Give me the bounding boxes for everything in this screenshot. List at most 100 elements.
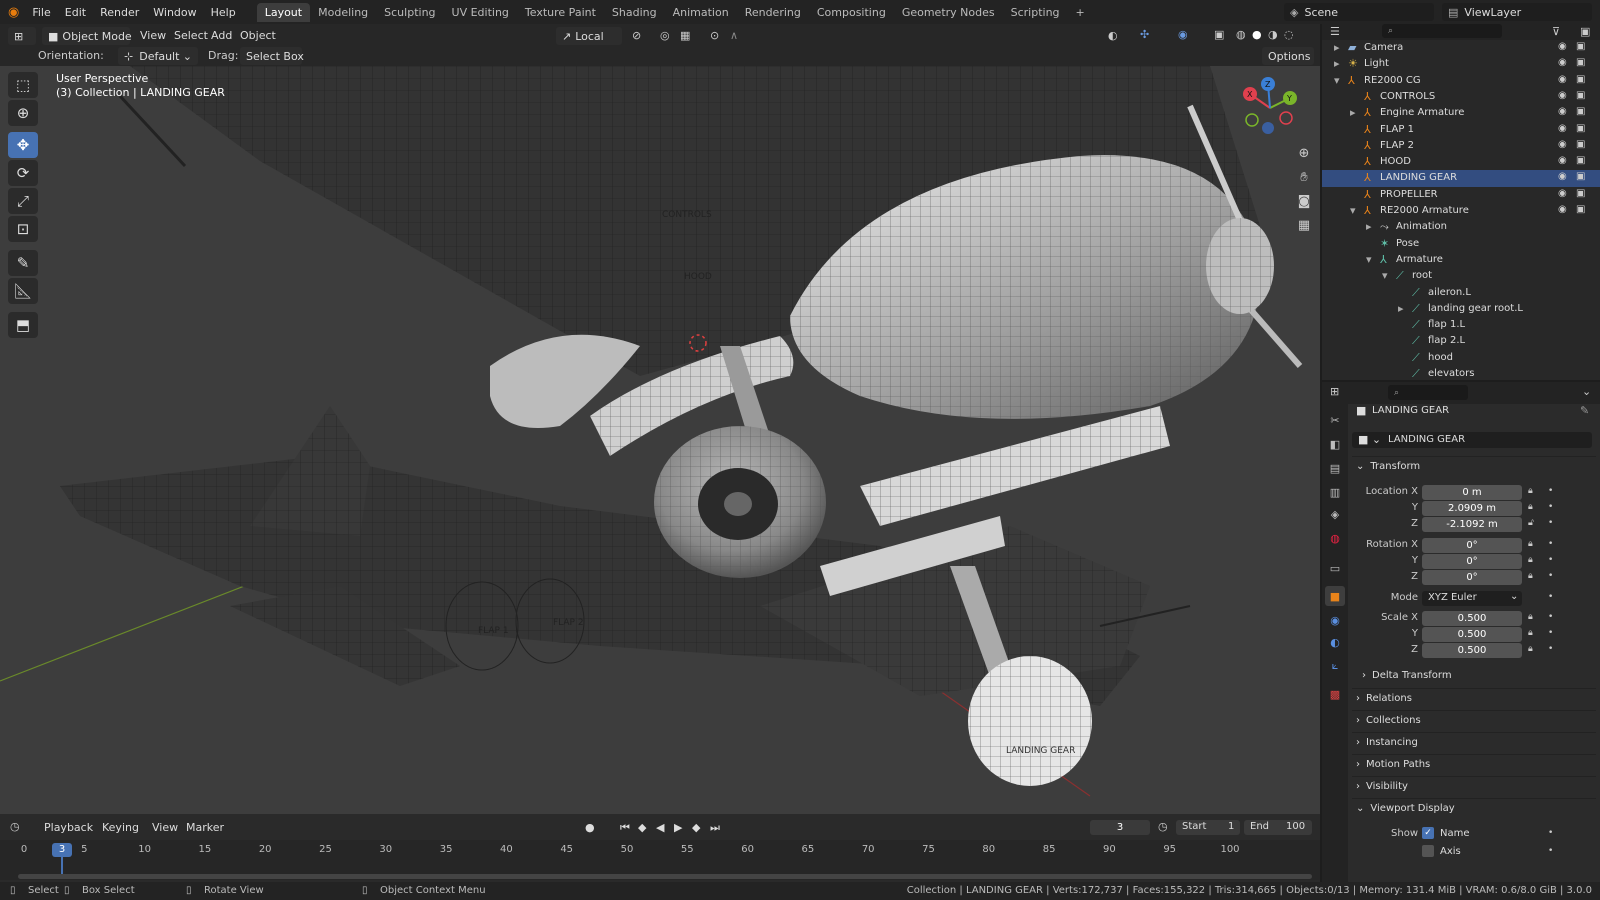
outliner-row[interactable]: ▾ ⅄ RE2000 CG ◉ ▣ bbox=[1322, 73, 1600, 90]
render-camera-icon[interactable]: ▣ bbox=[1576, 41, 1585, 52]
render-camera-icon[interactable]: ▣ bbox=[1576, 204, 1585, 215]
chevron-right-icon[interactable]: ▸ bbox=[1334, 41, 1340, 54]
jump-end-icon[interactable]: ⏭︎ bbox=[710, 821, 720, 835]
collections-panel-header[interactable]: › Collections bbox=[1352, 710, 1596, 730]
timeline-editor-icon[interactable]: ◷ bbox=[10, 820, 20, 833]
outliner-row[interactable]: ▸ ▰ Camera ◉ ▣ bbox=[1322, 40, 1600, 57]
add-workspace-button[interactable]: + bbox=[1068, 3, 1093, 22]
unlock-icon[interactable]: 🔓︎ bbox=[1528, 518, 1534, 528]
proportional-edit-icon[interactable]: ⊙ bbox=[710, 29, 719, 42]
transform-panel-header[interactable]: ⌄ Transform bbox=[1352, 456, 1596, 476]
render-camera-icon[interactable]: ▣ bbox=[1576, 106, 1585, 117]
menu-select[interactable]: Select bbox=[174, 29, 208, 42]
viewport-display-panel-header[interactable]: ⌄ Viewport Display bbox=[1352, 798, 1596, 818]
mode-selector[interactable]: ■ Object Mode bbox=[42, 27, 132, 45]
relations-panel-header[interactable]: › Relations bbox=[1352, 688, 1596, 708]
timeline-scrollbar[interactable] bbox=[18, 874, 1312, 879]
navigation-gizmo[interactable]: X Y Z bbox=[1238, 76, 1302, 140]
scale-x-field[interactable]: 0.500 bbox=[1422, 611, 1522, 626]
scale-tool-button[interactable]: ⤢ bbox=[8, 188, 38, 214]
outliner-row[interactable]: ▸ ☀ Light ◉ ▣ bbox=[1322, 56, 1600, 73]
tab-data[interactable]: ⟀ bbox=[1325, 656, 1345, 676]
move-tool-button[interactable]: ✥ bbox=[8, 132, 38, 158]
pivot-icon[interactable]: ⊘ bbox=[632, 29, 641, 42]
lock-icon[interactable]: 🔒︎ bbox=[1528, 644, 1533, 654]
rendered-shading-icon[interactable]: ◌ bbox=[1284, 28, 1294, 41]
tab-object[interactable]: ■ bbox=[1325, 586, 1345, 606]
tab-animation[interactable]: Animation bbox=[665, 3, 737, 22]
tab-layout[interactable]: Layout bbox=[256, 2, 311, 22]
motion-paths-panel-header[interactable]: › Motion Paths bbox=[1352, 754, 1596, 774]
tab-scene[interactable]: ◈ bbox=[1325, 504, 1345, 524]
menu-render[interactable]: Render bbox=[93, 6, 146, 19]
outliner-row[interactable]: ⅄ FLAP 1 ◉ ▣ bbox=[1322, 122, 1600, 139]
tab-texture-paint[interactable]: Texture Paint bbox=[517, 3, 604, 22]
keyframe-dot-icon[interactable]: • bbox=[1548, 592, 1553, 602]
eye-icon[interactable]: ◉ bbox=[1558, 90, 1567, 101]
delta-transform-header[interactable]: › Delta Transform bbox=[1362, 666, 1592, 684]
tab-output[interactable]: ▤ bbox=[1325, 458, 1345, 478]
clock-icon[interactable]: ◷ bbox=[1158, 820, 1168, 833]
tab-scripting[interactable]: Scripting bbox=[1003, 3, 1068, 22]
outliner-row[interactable]: ⅄ CONTROLS ◉ ▣ bbox=[1322, 89, 1600, 106]
render-camera-icon[interactable]: ▣ bbox=[1576, 155, 1585, 166]
transform-space-selector[interactable]: ↗ Local bbox=[556, 27, 622, 45]
menu-edit[interactable]: Edit bbox=[58, 6, 93, 19]
play-icon[interactable]: ▶ bbox=[674, 821, 682, 834]
keyframe-dot-icon[interactable]: • bbox=[1548, 555, 1553, 565]
outliner-row[interactable]: ▾ ⅄ RE2000 Armature ◉ ▣ bbox=[1322, 203, 1600, 220]
menu-file[interactable]: File bbox=[25, 6, 57, 19]
outliner-editor-icon[interactable]: ☰ bbox=[1330, 25, 1340, 38]
drag-selector[interactable]: Select Box bbox=[240, 47, 304, 65]
outliner-row[interactable]: ⟋ aileron.L bbox=[1322, 285, 1600, 302]
material-shading-icon[interactable]: ◑ bbox=[1268, 28, 1278, 41]
chevron-down-icon[interactable]: ▾ bbox=[1382, 269, 1388, 282]
chevron-down-icon[interactable]: ▾ bbox=[1366, 253, 1372, 266]
outliner-row[interactable]: ⟋ flap 1.L bbox=[1322, 317, 1600, 334]
tab-modifiers[interactable]: ◉ bbox=[1325, 610, 1345, 630]
camera-view-button[interactable]: ◙ bbox=[1293, 190, 1315, 212]
outliner-row[interactable]: ⅄ HOOD ◉ ▣ bbox=[1322, 154, 1600, 171]
tab-modeling[interactable]: Modeling bbox=[310, 3, 376, 22]
outliner-row[interactable]: ▸ ⟋ landing gear root.L bbox=[1322, 301, 1600, 318]
tab-world[interactable]: ◍ bbox=[1325, 528, 1345, 548]
options-button[interactable]: Options bbox=[1262, 47, 1314, 65]
scale-y-field[interactable]: 0.500 bbox=[1422, 627, 1522, 642]
tab-rendering[interactable]: Rendering bbox=[737, 3, 809, 22]
outliner-row[interactable]: ⅄ FLAP 2 ◉ ▣ bbox=[1322, 138, 1600, 155]
scene-selector[interactable]: ◈ Scene bbox=[1284, 3, 1434, 21]
render-camera-icon[interactable]: ▣ bbox=[1576, 90, 1585, 101]
tab-geometry-nodes[interactable]: Geometry Nodes bbox=[894, 3, 1003, 22]
xray-icon[interactable]: ▣ bbox=[1214, 28, 1224, 41]
menu-keying[interactable]: Keying bbox=[102, 821, 139, 834]
keyframe-dot-icon[interactable]: • bbox=[1548, 571, 1553, 581]
3d-viewport[interactable]: CONTROLS HOOD FLAP 1 FLAP 2 LANDING GEAR… bbox=[0, 66, 1320, 814]
instancing-panel-header[interactable]: › Instancing bbox=[1352, 732, 1596, 752]
ortho-toggle-button[interactable]: ▦ bbox=[1293, 214, 1315, 236]
chevron-down-icon[interactable]: ▾ bbox=[1350, 204, 1356, 217]
eye-icon[interactable]: ◉ bbox=[1558, 41, 1567, 52]
render-camera-icon[interactable]: ▣ bbox=[1576, 171, 1585, 182]
tab-tool[interactable]: ✂ bbox=[1325, 410, 1345, 430]
eye-icon[interactable]: ◉ bbox=[1558, 106, 1567, 117]
render-camera-icon[interactable]: ▣ bbox=[1576, 57, 1585, 68]
next-keyframe-icon[interactable]: ◆ bbox=[692, 821, 700, 834]
chevron-right-icon[interactable]: ▸ bbox=[1366, 220, 1372, 233]
outliner-row[interactable]: ⅄ LANDING GEAR ◉ ▣ bbox=[1322, 170, 1600, 188]
chevron-right-icon[interactable]: ▸ bbox=[1334, 57, 1340, 70]
properties-editor-icon[interactable]: ⊞ bbox=[1330, 385, 1339, 398]
tab-uv-editing[interactable]: UV Editing bbox=[444, 3, 517, 22]
rotation-z-field[interactable]: 0° bbox=[1422, 570, 1522, 585]
new-collection-icon[interactable]: ▣ bbox=[1580, 25, 1590, 38]
snap-grid-icon[interactable]: ▦ bbox=[680, 29, 690, 42]
tab-render[interactable]: ◧ bbox=[1325, 434, 1345, 454]
chevron-right-icon[interactable]: ▸ bbox=[1398, 302, 1404, 315]
tab-texture[interactable]: ▩ bbox=[1325, 684, 1345, 704]
tab-sculpting[interactable]: Sculpting bbox=[376, 3, 443, 22]
render-camera-icon[interactable]: ▣ bbox=[1576, 74, 1585, 85]
keyframe-dot-icon[interactable]: • bbox=[1548, 628, 1553, 638]
location-x-field[interactable]: 0 m bbox=[1422, 485, 1522, 500]
eye-icon[interactable]: ◉ bbox=[1558, 171, 1567, 182]
tab-view-layer[interactable]: ▥ bbox=[1325, 482, 1345, 502]
outliner-row[interactable]: ▸ ⅄ Engine Armature ◉ ▣ bbox=[1322, 105, 1600, 122]
